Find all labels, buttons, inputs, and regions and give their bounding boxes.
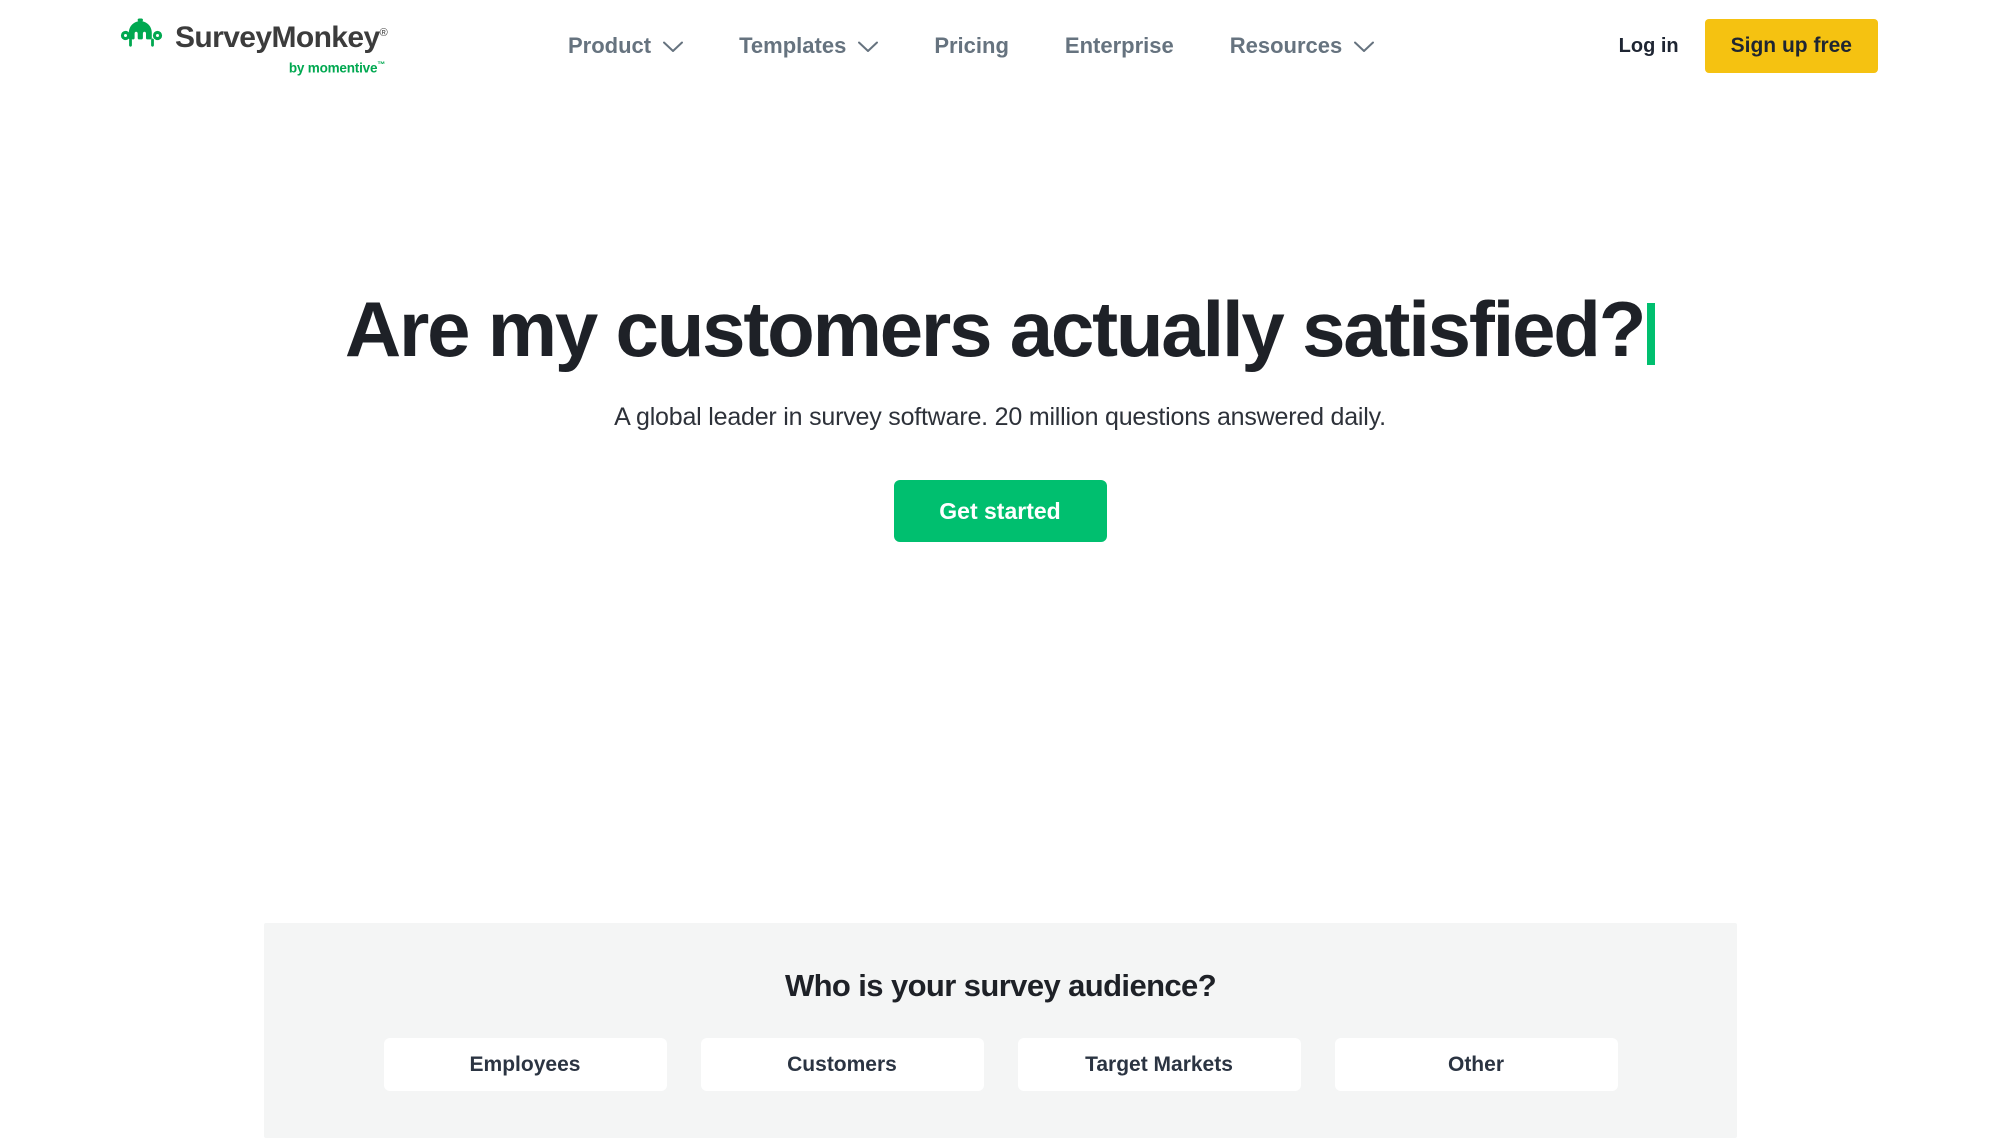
registered-trademark-icon: ® [379, 26, 388, 39]
chevron-down-icon [663, 33, 684, 59]
surveymonkey-monkey-icon [120, 18, 166, 57]
hero-cta-container: Get started [0, 480, 2000, 543]
chevron-down-icon [1354, 33, 1375, 59]
trademark-icon: ™ [377, 60, 386, 69]
typing-caret [1647, 303, 1656, 365]
auth-actions: Log in Sign up free [1619, 0, 1878, 92]
login-link[interactable]: Log in [1619, 35, 1679, 58]
nav-item-product[interactable]: Product [540, 23, 711, 69]
nav-item-label: Product [568, 33, 652, 58]
audience-option-employees[interactable]: Employees [383, 1038, 667, 1091]
hero-section: Are my customers actually satisfied? A g… [0, 92, 2000, 543]
nav-item-resources[interactable]: Resources [1202, 23, 1403, 69]
page-title: Are my customers actually satisfied? [0, 287, 2000, 371]
logo-wordmark: SurveyMonkey® [175, 20, 388, 54]
nav-item-label: Pricing [934, 33, 1009, 58]
nav-item-label: Templates [739, 33, 847, 58]
nav-item-templates[interactable]: Templates [711, 23, 906, 69]
audience-option-customers[interactable]: Customers [700, 1038, 984, 1091]
logo-row: SurveyMonkey® [120, 18, 388, 57]
site-header: SurveyMonkey® by momentive™ Product Temp… [0, 0, 2000, 92]
nav-item-label: Enterprise [1064, 33, 1174, 58]
hero-subtitle: A global leader in survey software. 20 m… [614, 403, 1386, 432]
nav-item-enterprise[interactable]: Enterprise [1037, 23, 1202, 69]
logo[interactable]: SurveyMonkey® by momentive™ [120, 18, 388, 76]
audience-panel-title: Who is your survey audience? [784, 968, 1217, 1003]
nav-item-label: Resources [1229, 33, 1343, 58]
hero-title-text: Are my customers actually satisfied? [344, 285, 1647, 373]
audience-options: Employees Customers Target Markets Other [264, 1038, 1737, 1091]
audience-option-other[interactable]: Other [1334, 1038, 1618, 1091]
main-navigation: Product Templates Pricing Enterprise Res… [540, 0, 1402, 92]
audience-panel: Who is your survey audience? Employees C… [264, 923, 1737, 1138]
audience-option-target-markets[interactable]: Target Markets [1017, 1038, 1301, 1091]
signup-free-button[interactable]: Sign up free [1704, 19, 1878, 73]
nav-item-pricing[interactable]: Pricing [906, 23, 1037, 69]
logo-tagline: by momentive™ [288, 60, 386, 76]
get-started-button[interactable]: Get started [893, 480, 1107, 543]
chevron-down-icon [858, 33, 879, 59]
